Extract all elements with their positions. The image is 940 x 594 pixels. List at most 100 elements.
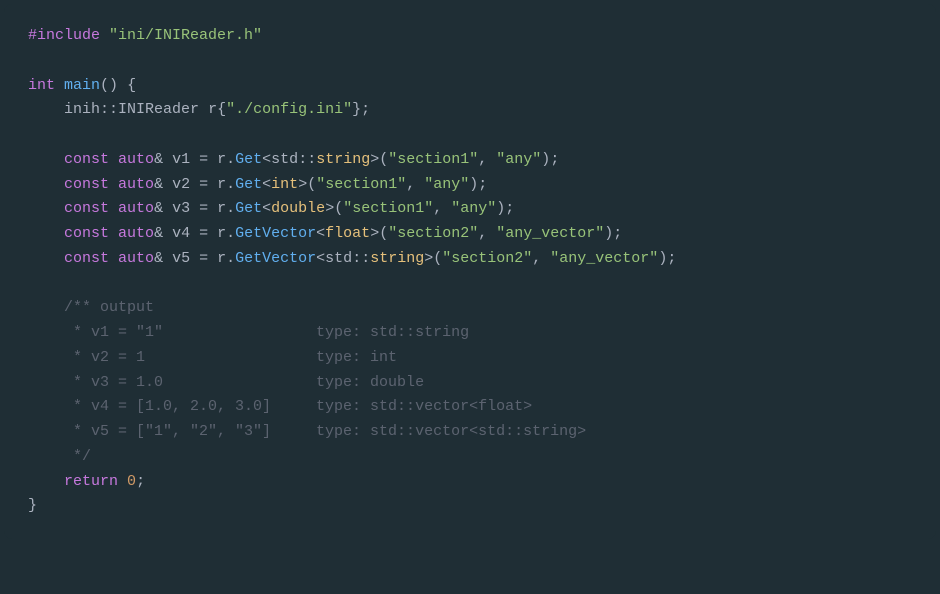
auto-kw: auto (118, 200, 154, 217)
const-kw: const (64, 250, 109, 267)
section1: "section1" (316, 176, 406, 193)
gt: > (370, 225, 379, 242)
auto-kw: auto (118, 250, 154, 267)
main-fn: main (64, 77, 100, 94)
lparen: ( (334, 200, 343, 217)
lparen: ( (379, 151, 388, 168)
section2: "section2" (388, 225, 478, 242)
include-path: "ini/INIReader.h" (109, 27, 262, 44)
rparen: ) (541, 151, 550, 168)
any-vector: "any_vector" (550, 250, 658, 267)
reader-type: INIReader (118, 101, 199, 118)
namespace: inih (64, 101, 100, 118)
gt: > (298, 176, 307, 193)
lt: < (262, 151, 271, 168)
v2: v2 (163, 176, 199, 193)
rparen: ) (469, 176, 478, 193)
lt: < (316, 225, 325, 242)
rparen: ) (658, 250, 667, 267)
eq: = (199, 200, 208, 217)
return-kw: return (64, 473, 118, 490)
const-kw: const (64, 151, 109, 168)
semi: ; (478, 176, 487, 193)
r: r (208, 250, 226, 267)
int-type: int (271, 176, 298, 193)
open-brace: { (118, 77, 136, 94)
float-type: float (325, 225, 370, 242)
dot: . (226, 151, 235, 168)
const-kw: const (64, 200, 109, 217)
amp: & (154, 225, 163, 242)
int-keyword: int (28, 77, 55, 94)
semi: ; (613, 225, 622, 242)
zero: 0 (127, 473, 136, 490)
comma: , (433, 200, 451, 217)
get-fn: Get (235, 200, 262, 217)
brace-open: { (217, 101, 226, 118)
auto-kw: auto (118, 151, 154, 168)
section1: "section1" (343, 200, 433, 217)
lparen: ( (307, 176, 316, 193)
v4: v4 (163, 225, 199, 242)
parens: () (100, 77, 118, 94)
semi: ; (667, 250, 676, 267)
getvector-fn: GetVector (235, 225, 316, 242)
r: r (208, 151, 226, 168)
r: r (208, 200, 226, 217)
std: std (325, 250, 352, 267)
string-type: string (370, 250, 424, 267)
double-type: double (271, 200, 325, 217)
get-fn: Get (235, 176, 262, 193)
lparen: ( (433, 250, 442, 267)
string-type: string (316, 151, 370, 168)
config-path: "./config.ini" (226, 101, 352, 118)
eq: = (199, 151, 208, 168)
std: std (271, 151, 298, 168)
semi: ; (505, 200, 514, 217)
const-kw: const (64, 225, 109, 242)
dot: . (226, 176, 235, 193)
comma: , (478, 225, 496, 242)
semi: ; (361, 101, 370, 118)
lt: < (262, 176, 271, 193)
include-directive: #include (28, 27, 100, 44)
dot: . (226, 250, 235, 267)
rparen: ) (496, 200, 505, 217)
lt: < (262, 200, 271, 217)
eq: = (199, 250, 208, 267)
dot: . (226, 200, 235, 217)
close-brace: } (28, 497, 37, 514)
gt: > (370, 151, 379, 168)
amp: & (154, 250, 163, 267)
r: r (208, 176, 226, 193)
r: r (208, 225, 226, 242)
any: "any" (451, 200, 496, 217)
const-kw: const (64, 176, 109, 193)
v3: v3 (163, 200, 199, 217)
comma: , (532, 250, 550, 267)
gt: > (325, 200, 334, 217)
any: "any" (424, 176, 469, 193)
output-comment: /** output * v1 = "1" type: std::string … (28, 299, 586, 465)
auto-kw: auto (118, 176, 154, 193)
gt: > (424, 250, 433, 267)
comma: , (478, 151, 496, 168)
code-block: #include "ini/INIReader.h" int main() { … (4, 4, 936, 539)
dbl-colon: :: (298, 151, 316, 168)
getvector-fn: GetVector (235, 250, 316, 267)
semi: ; (550, 151, 559, 168)
eq: = (199, 176, 208, 193)
section2: "section2" (442, 250, 532, 267)
amp: & (154, 151, 163, 168)
dbl-colon: :: (352, 250, 370, 267)
rparen: ) (604, 225, 613, 242)
section1: "section1" (388, 151, 478, 168)
eq: = (199, 225, 208, 242)
amp: & (154, 200, 163, 217)
lparen: ( (379, 225, 388, 242)
auto-kw: auto (118, 225, 154, 242)
v5: v5 (163, 250, 199, 267)
v1: v1 (163, 151, 199, 168)
lt: < (316, 250, 325, 267)
any-vector: "any_vector" (496, 225, 604, 242)
